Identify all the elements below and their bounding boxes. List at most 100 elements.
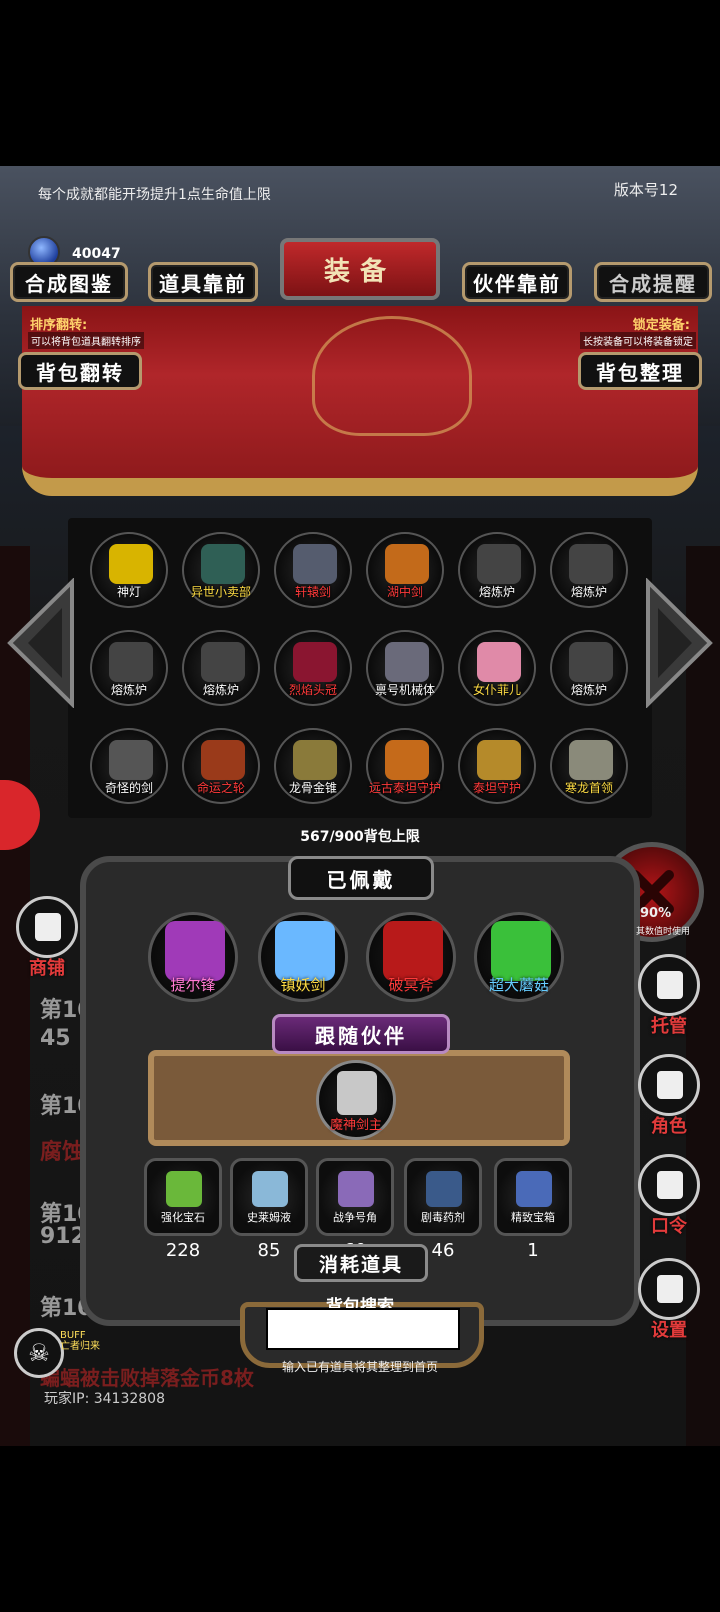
furnace-icon bbox=[201, 642, 245, 682]
consumable-icon bbox=[166, 1171, 202, 1207]
game-screen: 每个成就都能开场提升1点生命值上限 版本号12 40047 合成图鉴 道具靠前 … bbox=[0, 166, 720, 1446]
bag-item-name: 熔炼炉 bbox=[478, 585, 515, 599]
bag-sort-button[interactable]: 背包整理 bbox=[578, 352, 702, 390]
bag-capacity: 567/900背包上限 bbox=[300, 829, 420, 845]
shop-menu-button[interactable]: 商铺 bbox=[14, 896, 80, 984]
partner-slot[interactable]: 魔神剑主 bbox=[316, 1060, 396, 1140]
consumable-slot[interactable]: 史莱姆液 bbox=[230, 1158, 308, 1236]
bag-slot[interactable]: 熔炼炉 bbox=[458, 532, 536, 608]
log-line: 45 bbox=[40, 1026, 71, 1051]
demon-sword-master-icon bbox=[337, 1071, 377, 1115]
bag-item-name: 烈焰头冠 bbox=[288, 683, 337, 697]
furnace-icon bbox=[569, 642, 613, 682]
worn-item-name: 镇妖剑 bbox=[280, 976, 326, 994]
bag-item-name: 泰坦守护 bbox=[472, 781, 521, 795]
lock-desc: 长按装备可以将装备锁定 bbox=[580, 332, 696, 349]
bag-slot[interactable]: 异世小卖部 bbox=[182, 532, 260, 608]
furnace-icon bbox=[109, 642, 153, 682]
bag-slot[interactable]: 奇怪的剑 bbox=[90, 728, 168, 804]
tab-recipes[interactable]: 合成图鉴 bbox=[10, 262, 128, 302]
bag-item-name: 女仆菲儿 bbox=[472, 683, 521, 697]
bag-flip-button[interactable]: 背包翻转 bbox=[18, 352, 142, 390]
dragon-icon bbox=[569, 740, 613, 780]
sort-desc: 可以将背包道具翻转排序 bbox=[28, 332, 144, 349]
bag-item-name: 熔炼炉 bbox=[202, 683, 239, 697]
bag-search-input[interactable] bbox=[266, 1308, 460, 1350]
bag-item-name: 熔炼炉 bbox=[570, 683, 607, 697]
consumable-slot[interactable]: 强化宝石 bbox=[144, 1158, 222, 1236]
percent-label: 90% bbox=[640, 906, 672, 921]
sword-icon bbox=[293, 544, 337, 584]
bag-slot[interactable]: 轩辕剑 bbox=[274, 532, 352, 608]
log-line: 腐蚀 bbox=[40, 1140, 85, 1165]
partner-name: 魔神剑主 bbox=[329, 1118, 382, 1133]
bag-item-name: 龙骨金锥 bbox=[288, 781, 337, 795]
shop-icon bbox=[16, 896, 78, 958]
version-label: 版本号12 bbox=[613, 181, 678, 199]
bag-slot[interactable]: 熔炼炉 bbox=[550, 532, 628, 608]
partner-title: 跟随伙伴 bbox=[272, 1014, 450, 1054]
worn-item-name: 破冥斧 bbox=[388, 976, 434, 994]
bag-item-name: 奇怪的剑 bbox=[104, 781, 153, 795]
equipment-icon bbox=[165, 921, 225, 981]
bag-slot[interactable]: 禀号机械体 bbox=[366, 630, 444, 706]
bag-slot[interactable]: 寒龙首领 bbox=[550, 728, 628, 804]
buff-label: BUFF 亡者归来 bbox=[60, 1330, 100, 1352]
bag-item-name: 禀号机械体 bbox=[374, 683, 435, 697]
consumable-icon bbox=[252, 1171, 288, 1207]
worn-slot[interactable]: 提尔锋 bbox=[148, 912, 238, 1002]
equipment-icon bbox=[275, 921, 335, 981]
consumable-name: 剧毒药剂 bbox=[421, 1211, 465, 1224]
consumable-icon bbox=[338, 1171, 374, 1207]
titan-icon bbox=[385, 740, 429, 780]
tab-items-front[interactable]: 道具靠前 bbox=[148, 262, 258, 302]
bag-item-name: 轩辕剑 bbox=[294, 585, 331, 599]
auto-manage-button[interactable]: 托管 bbox=[636, 954, 702, 1042]
bag-item-name: 命运之轮 bbox=[196, 781, 245, 795]
prev-page-arrow-icon[interactable] bbox=[6, 578, 76, 708]
settings-button[interactable]: 设置 bbox=[636, 1258, 702, 1346]
role-button[interactable]: 角色 bbox=[636, 1054, 702, 1142]
consumable-count: 1 bbox=[527, 1240, 539, 1261]
bag-slot[interactable]: 远古泰坦守护 bbox=[366, 728, 444, 804]
sort-label: 排序翻转: bbox=[30, 318, 88, 333]
skull-icon[interactable]: ☠ bbox=[14, 1328, 64, 1378]
bag-slot[interactable]: 命运之轮 bbox=[182, 728, 260, 804]
bag-item-name: 远古泰坦守护 bbox=[368, 781, 441, 795]
worn-item-name: 提尔锋 bbox=[170, 976, 216, 994]
bag-slot[interactable]: 熔炼炉 bbox=[550, 630, 628, 706]
maid-icon bbox=[477, 642, 521, 682]
tab-craft-remind[interactable]: 合成提醒 bbox=[594, 262, 712, 302]
next-page-arrow-icon[interactable] bbox=[644, 578, 714, 708]
achievement-hint: 每个成就都能开场提升1点生命值上限 bbox=[38, 187, 271, 203]
scepter-icon bbox=[293, 740, 337, 780]
consumable-name: 史莱姆液 bbox=[247, 1211, 291, 1224]
bag-item-name: 异世小卖部 bbox=[190, 585, 251, 599]
consumable-slot[interactable]: 战争号角 bbox=[316, 1158, 394, 1236]
furnace-icon bbox=[477, 544, 521, 584]
tab-partner-front[interactable]: 伙伴靠前 bbox=[462, 262, 572, 302]
bag-item-name: 神灯 bbox=[116, 585, 141, 599]
currency-count: 40047 bbox=[72, 246, 121, 262]
worn-slot[interactable]: 超大蘑菇 bbox=[474, 912, 564, 1002]
bag-slot[interactable]: 龙骨金锥 bbox=[274, 728, 352, 804]
bag-slot[interactable]: 泰坦守护 bbox=[458, 728, 536, 804]
sword-icon bbox=[385, 544, 429, 584]
lamp-icon bbox=[109, 544, 153, 584]
consumable-icon bbox=[516, 1171, 552, 1207]
dice-icon bbox=[638, 954, 700, 1016]
worn-slot[interactable]: 破冥斧 bbox=[366, 912, 456, 1002]
equipment-icon bbox=[491, 921, 551, 981]
player-ip: 玩家IP: 34132808 bbox=[44, 1391, 165, 1407]
bag-slot[interactable]: 烈焰头冠 bbox=[274, 630, 352, 706]
worn-item-name: 超大蘑菇 bbox=[488, 976, 549, 994]
worn-slot[interactable]: 镇妖剑 bbox=[258, 912, 348, 1002]
bag-slot[interactable]: 女仆菲儿 bbox=[458, 630, 536, 706]
bag-slot[interactable]: 熔炼炉 bbox=[90, 630, 168, 706]
bag-slot[interactable]: 神灯 bbox=[90, 532, 168, 608]
bag-slot[interactable]: 熔炼炉 bbox=[182, 630, 260, 706]
code-button[interactable]: 口令 bbox=[636, 1154, 702, 1242]
consumable-slot[interactable]: 精致宝箱 bbox=[494, 1158, 572, 1236]
consumable-slot[interactable]: 剧毒药剂 bbox=[404, 1158, 482, 1236]
bag-slot[interactable]: 湖中剑 bbox=[366, 532, 444, 608]
